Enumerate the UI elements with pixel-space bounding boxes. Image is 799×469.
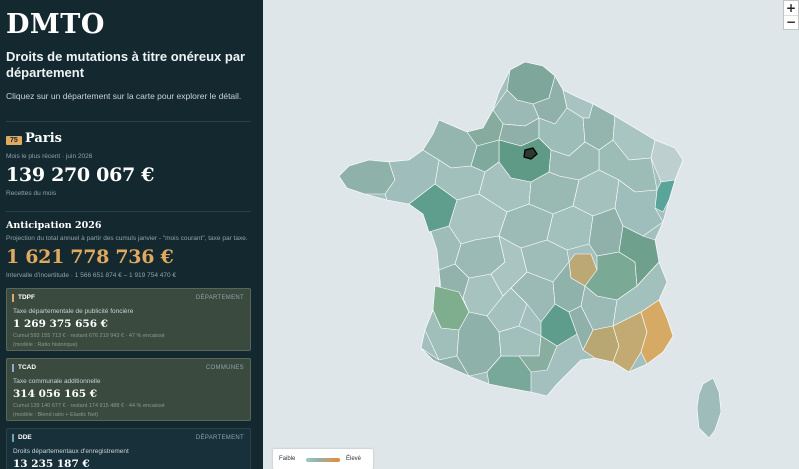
tax-detail: Cumul 593 155 713 € · restant 676 219 94… <box>13 333 165 339</box>
tax-card-tdpf: TDPF DÉPARTEMENT Taxe départementale de … <box>6 288 251 351</box>
legend-low-label: Faible <box>279 456 296 462</box>
tax-card-tcad: TCAD COMMUNES Taxe communale additionnel… <box>6 358 251 421</box>
divider <box>6 121 251 122</box>
zoom-in-button[interactable]: + <box>784 1 798 15</box>
page-subtitle: Droits de mutations à titre onéreux par … <box>6 49 246 80</box>
tax-value: 1 269 375 656 € <box>13 318 108 330</box>
tax-title: Taxe communale additionnelle <box>13 378 101 385</box>
tax-tag: TDPF <box>12 294 35 302</box>
legend-gradient <box>306 458 340 462</box>
month-value: 139 270 067 € <box>6 164 155 186</box>
tax-detail: Cumul 139 140 677 € · restant 174 915 48… <box>13 403 165 409</box>
anticipation-value: 1 621 778 736 € <box>6 246 174 268</box>
tax-value: 314 056 165 € <box>13 388 98 400</box>
tax-model: (modèle : Ratio historique) <box>13 342 78 348</box>
tax-scope: DÉPARTEMENT <box>195 295 244 301</box>
tax-value: 13 235 187 € <box>13 458 90 469</box>
department-name: Paris <box>25 131 62 146</box>
tax-scope: COMMUNES <box>205 365 244 371</box>
tax-model: (modèle : Blend ratio + Elastic Net) <box>13 412 99 418</box>
app-title: DMTO <box>6 9 105 40</box>
anticipation-interval: Intervalle d'incertitude · 1 566 651 874… <box>6 272 177 279</box>
tax-title: Taxe départementale de publicité foncièr… <box>13 308 134 315</box>
tax-title: Droits départementaux d'enregistrement <box>13 448 129 455</box>
map-legend: Faible Élevé <box>273 449 373 469</box>
department-bretagne-west[interactable] <box>338 159 396 195</box>
anticipation-description: Projection du total annuel à partir des … <box>6 235 248 242</box>
legend-high-label: Élevé <box>346 456 362 462</box>
divider <box>6 211 251 212</box>
tax-card-dde: DDE DÉPARTEMENT Droits départementaux d'… <box>6 428 251 469</box>
zoom-controls: + − <box>783 0 799 30</box>
sidebar: DMTO Droits de mutations à titre onéreux… <box>0 0 263 469</box>
anticipation-title: Anticipation 2026 <box>6 220 102 231</box>
map-panel[interactable]: + − Faible Élevé <box>263 0 799 469</box>
department-code-badge: 75 <box>6 136 22 145</box>
departments-layer <box>338 61 722 439</box>
france-map[interactable] <box>263 0 799 469</box>
department-corsica[interactable] <box>696 377 722 439</box>
tax-tag: TCAD <box>12 364 36 372</box>
month-caption: Recettes du mois <box>6 190 57 197</box>
tax-tag: DDE <box>12 434 32 442</box>
period-label: Mois le plus récent · juin 2026 <box>6 153 93 160</box>
tax-scope: DÉPARTEMENT <box>195 435 244 441</box>
intro-text: Cliquez sur un département sur la carte … <box>6 91 242 101</box>
zoom-out-button[interactable]: − <box>784 15 798 29</box>
